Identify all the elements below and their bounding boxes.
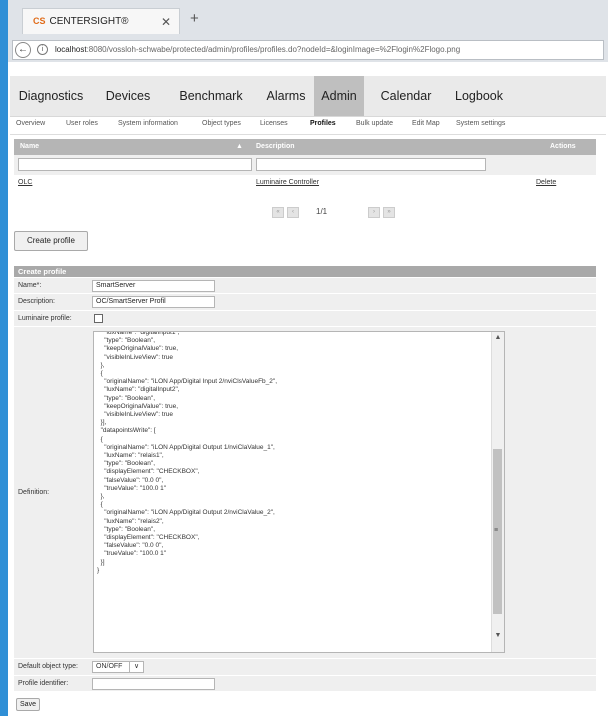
- default-object-type-label: Default object type:: [18, 663, 78, 670]
- nav-calendar[interactable]: Calendar: [364, 76, 448, 116]
- address-bar[interactable]: ← i localhost:8080/vossloh-schwabe/prote…: [12, 40, 604, 60]
- create-profile-header: Create profile: [14, 266, 596, 277]
- definition-textarea[interactable]: "luxName": "digitalInput1", "type": "Boo…: [93, 331, 505, 653]
- back-arrow-icon[interactable]: ←: [15, 42, 31, 58]
- scroll-up-icon[interactable]: ▲: [492, 332, 504, 344]
- filter-row: [14, 155, 596, 175]
- nav-devices[interactable]: Devices: [92, 76, 164, 116]
- vertical-scrollbar[interactable]: ▲ ≡ ▼: [491, 332, 504, 652]
- table-row: OLC Luminaire Controller Delete: [14, 175, 596, 191]
- name-label: Name*:: [18, 282, 42, 289]
- col-actions: Actions: [550, 143, 576, 150]
- subnav-licenses[interactable]: Licenses: [260, 120, 288, 127]
- tab-bar: CS CENTERSIGHT® ✕ +: [8, 0, 608, 36]
- default-object-type-select[interactable]: ON/OFF ∨: [92, 661, 144, 673]
- profile-description-link[interactable]: Luminaire Controller: [256, 179, 319, 186]
- subnav-user-roles[interactable]: User roles: [66, 120, 98, 127]
- nav-admin[interactable]: Admin: [314, 76, 364, 116]
- profile-identifier-input[interactable]: [92, 678, 215, 690]
- description-label: Description:: [18, 298, 55, 305]
- profiles-table-header: Name ▲ Description Actions: [14, 139, 596, 155]
- col-description[interactable]: Description: [256, 143, 295, 150]
- profile-identifier-row: Profile identifier:: [14, 675, 596, 691]
- create-profile-button[interactable]: Create profile: [14, 231, 88, 251]
- nav-alarms[interactable]: Alarms: [258, 76, 314, 116]
- luminaire-profile-checkbox[interactable]: [94, 314, 103, 323]
- profile-name-link[interactable]: OLC: [18, 179, 32, 186]
- first-page-icon[interactable]: «: [272, 207, 284, 218]
- col-name[interactable]: Name: [20, 143, 39, 150]
- new-tab-icon[interactable]: +: [190, 10, 199, 27]
- description-filter-input[interactable]: [256, 158, 486, 171]
- name-input[interactable]: SmartServer: [92, 280, 215, 292]
- page-indicator: 1/1: [316, 207, 328, 216]
- subnav-object-types[interactable]: Object types: [202, 120, 241, 127]
- main-nav: Diagnostics Devices Benchmark Alarms Adm…: [10, 76, 606, 117]
- url-host: localhost: [55, 45, 87, 54]
- subnav-system-information[interactable]: System information: [118, 120, 178, 127]
- save-button[interactable]: Save: [16, 698, 40, 711]
- scroll-down-icon[interactable]: ▼: [492, 630, 504, 642]
- selected-value: ON/OFF: [96, 663, 123, 670]
- subnav-overview[interactable]: Overview: [16, 120, 45, 127]
- info-icon[interactable]: i: [37, 44, 48, 55]
- window-edge: [0, 0, 8, 716]
- sort-ascending-icon[interactable]: ▲: [236, 143, 243, 150]
- profile-identifier-label: Profile identifier:: [18, 680, 69, 687]
- browser-tab[interactable]: CS CENTERSIGHT® ✕: [22, 8, 180, 34]
- luminaire-profile-label: Luminaire profile:: [18, 315, 72, 322]
- subnav-bulk-update[interactable]: Bulk update: [356, 120, 393, 127]
- url-text[interactable]: localhost:8080/vossloh-schwabe/protected…: [55, 45, 460, 54]
- subnav-edit-map[interactable]: Edit Map: [412, 120, 440, 127]
- subnav-system-settings[interactable]: System settings: [456, 120, 505, 127]
- next-page-icon[interactable]: ›: [368, 207, 380, 218]
- name-filter-input[interactable]: [18, 158, 252, 171]
- prev-page-icon[interactable]: ‹: [287, 207, 299, 218]
- last-page-icon[interactable]: »: [383, 207, 395, 218]
- nav-benchmark[interactable]: Benchmark: [164, 76, 258, 116]
- subnav-profiles[interactable]: Profiles: [310, 120, 336, 127]
- close-icon[interactable]: ✕: [161, 15, 171, 29]
- default-type-row: Default object type: ON/OFF ∨: [14, 658, 596, 675]
- description-row: Description: OC/SmartServer Profil: [14, 293, 596, 310]
- definition-text: "luxName": "digitalInput1", "type": "Boo…: [97, 331, 278, 574]
- nav-diagnostics[interactable]: Diagnostics: [10, 76, 92, 116]
- grip-icon: ≡: [494, 527, 499, 534]
- delete-link[interactable]: Delete: [536, 179, 556, 186]
- chevron-down-icon[interactable]: ∨: [129, 662, 143, 672]
- nav-logbook[interactable]: Logbook: [448, 76, 510, 116]
- admin-subnav: Overview User roles System information O…: [10, 116, 606, 135]
- centersight-logo-icon: CS: [33, 16, 46, 26]
- definition-label: Definition:: [18, 489, 50, 496]
- tab-title: CENTERSIGHT®: [49, 16, 129, 27]
- description-input[interactable]: OC/SmartServer Profil: [92, 296, 215, 308]
- url-path: :8080/vossloh-schwabe/protected/admin/pr…: [86, 45, 461, 54]
- luminaire-row: Luminaire profile:: [14, 310, 596, 326]
- name-row: Name*: SmartServer: [14, 277, 596, 293]
